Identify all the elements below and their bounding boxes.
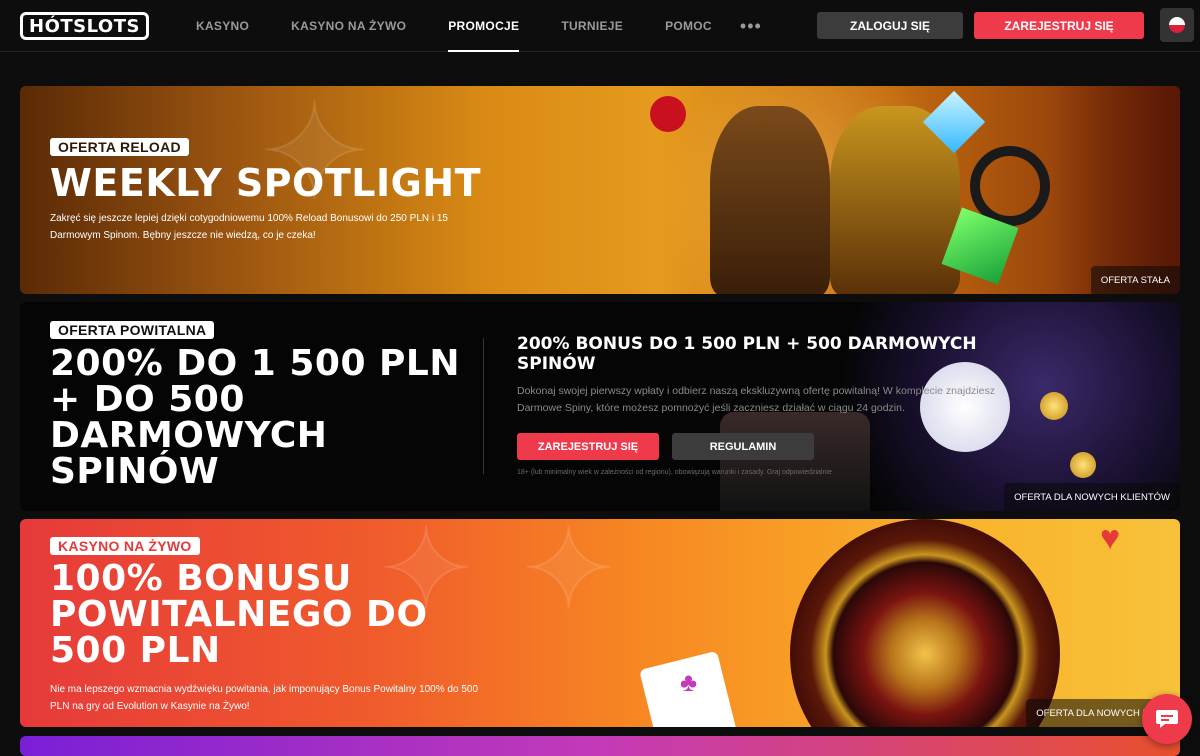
banner-title: WEEKLY SPOTLIGHT [50,161,482,205]
offer-type-tag: OFERTA STAŁA [1090,266,1180,294]
nav-item-kasyno-na-zywo[interactable]: KASYNO NA ŻYWO [291,0,406,52]
logo-text: HÓTSLOTS [20,12,149,40]
club-suit-icon: ♣ [680,667,698,697]
cherry-icon [650,96,686,132]
gold-coin-icon [1040,392,1068,420]
banner-title: 200% DO 1 500 PLN + DO 500 DARMOWYCH SPI… [50,346,460,490]
vertical-divider [483,338,484,474]
banner-title-line: + DO 500 [50,379,245,420]
banner-title-line: 500 PLN [50,630,221,671]
login-button[interactable]: ZALOGUJ SIĘ [817,12,963,39]
slot-machine-image [720,412,870,511]
banner-title-line: 100% BONUSU [50,558,352,599]
banner-description: Nie ma lepszego wzmacnia wydźwięku powit… [50,684,479,712]
site-logo[interactable]: HÓTSLOTS [20,12,149,40]
temple-background [1050,86,1180,294]
offer-rules-button[interactable]: REGULAMIN [672,433,814,460]
language-selector[interactable] [1160,8,1194,42]
responsible-gaming-note: 18+ (lub minimalny wiek w zależności od … [517,469,832,476]
offer-badge: OFERTA POWITALNA [50,321,215,339]
roulette-wheel-image [790,519,1060,727]
top-header: HÓTSLOTS KASYNO KASYNO NA ŻYWO PROMOCJE … [0,0,1200,52]
offer-type-tag: OFERTA DLA NOWYCH KLIENTÓW [1004,483,1180,511]
banner-title-line: 200% DO 1 500 PLN [50,343,460,384]
background-decoration: ✦ [259,86,370,229]
promo-banner-partial[interactable] [20,736,1180,756]
banner-title-line: POWITALNEGO DO [50,594,428,635]
poland-flag-icon [1169,17,1185,33]
offer-badge: OFERTA RELOAD [50,138,189,156]
offer-side-description: Dokonaj swojej pierwszy wpłaty i odbierz… [517,385,995,414]
adventurer-character-image [710,106,830,294]
register-button[interactable]: ZAREJESTRUJ SIĘ [974,12,1144,39]
nav-item-promocje[interactable]: PROMOCJE [448,0,520,52]
gold-coin-icon [1070,452,1096,478]
nav-item-pomoc[interactable]: POMOC [665,0,712,52]
offer-register-button[interactable]: ZAREJESTRUJ SIĘ [517,433,659,460]
main-nav: KASYNO KASYNO NA ŻYWO PROMOCJE TURNIEJE … [196,0,762,52]
banner-description: Zakręć się jeszcze lepiej dzięki cotygod… [50,213,448,241]
offer-badge: KASYNO NA ŻYWO [50,537,200,555]
heart-suit-icon: ♥ [1100,519,1121,557]
banner-title-line: SPINÓW [50,451,220,492]
promo-banner-welcome-offer[interactable]: OFERTA POWITALNA 200% DO 1 500 PLN + DO … [20,302,1180,511]
nav-item-turnieje[interactable]: TURNIEJE [561,0,623,52]
chat-bubble-icon [1156,710,1178,728]
nav-item-kasyno[interactable]: KASYNO [196,0,249,52]
promo-banner-live-casino[interactable]: ✦ ✦ ♣ ♥ KASYNO NA ŻYWO 100% BONUSU POWIT… [20,519,1180,727]
more-dots-icon[interactable]: ••• [740,0,762,52]
promo-banner-weekly-spotlight[interactable]: ✦ OFERTA RELOAD WEEKLY SPOTLIGHT Zakręć … [20,86,1180,294]
banner-title: 100% BONUSU POWITALNEGO DO 500 PLN [50,561,428,669]
chat-button[interactable] [1142,694,1192,744]
offer-side-title: 200% BONUS DO 1 500 PLN + 500 DARMOWYCH … [517,334,977,374]
banner-title-line: DARMOWYCH [50,415,328,456]
